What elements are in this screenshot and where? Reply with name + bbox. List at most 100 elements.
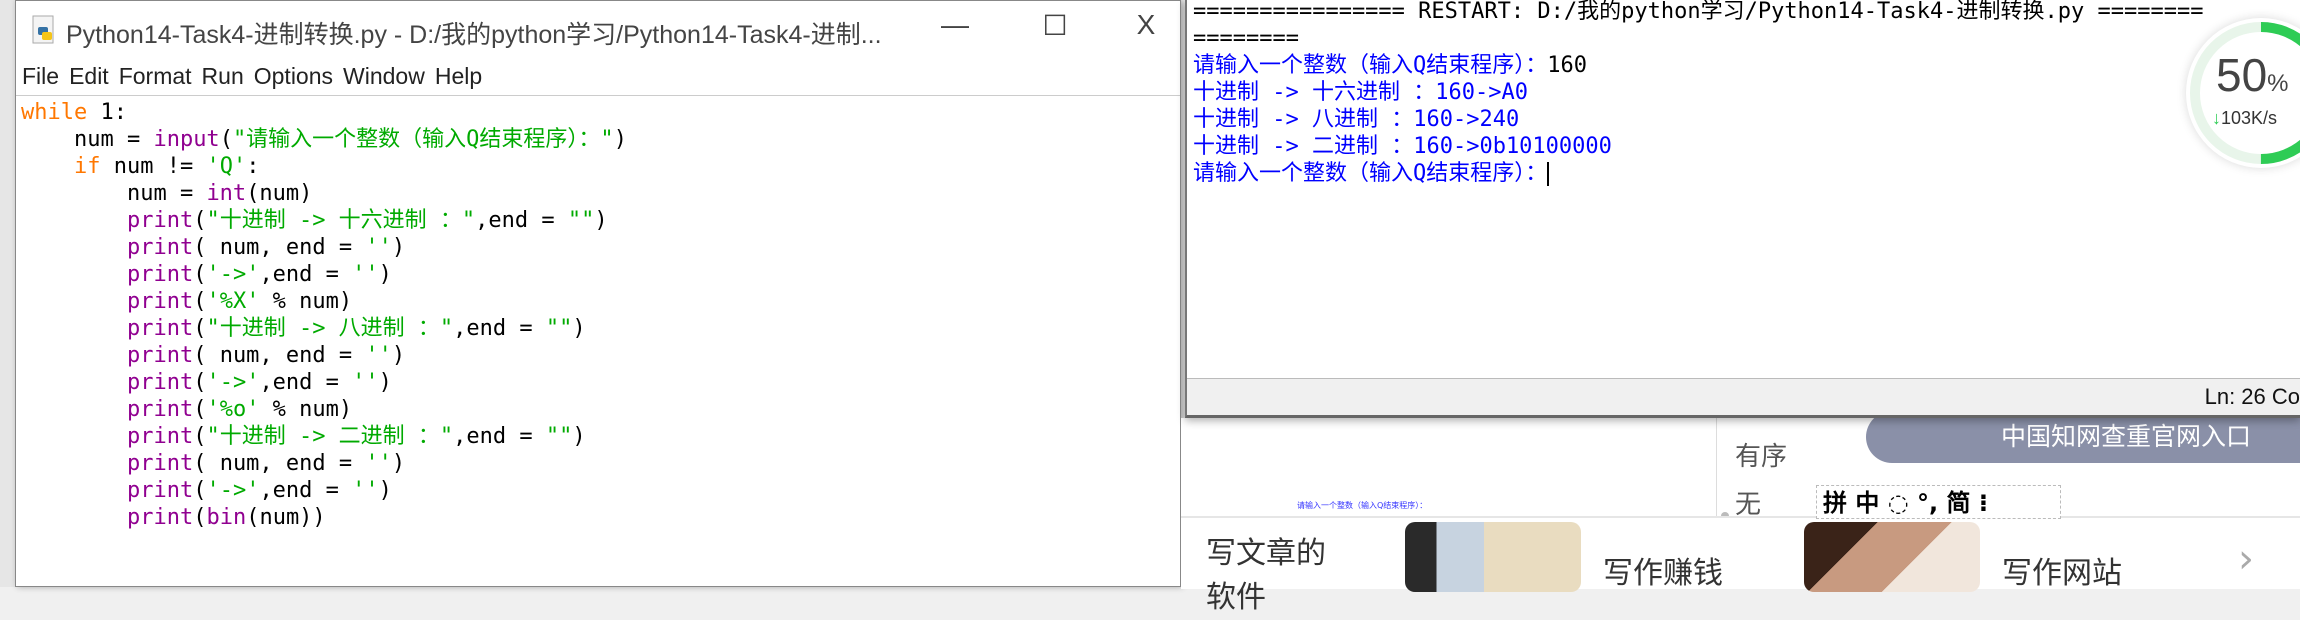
- ime-toolbar[interactable]: 拼 中 ◌ °, 简 ⁝: [1816, 485, 2061, 519]
- title-bar[interactable]: Python14-Task4-进制转换.py - D:/我的python学习/P…: [16, 1, 1180, 61]
- token: 请输入一个整数（输入Q结束程序）：: [1193, 53, 1548, 78]
- token: (: [193, 262, 207, 287]
- token: print: [126, 451, 194, 476]
- token: '%o': [206, 397, 260, 422]
- token: print: [126, 397, 194, 422]
- chevron-right-icon[interactable]: ›: [2238, 536, 2254, 582]
- token: (: [193, 397, 207, 422]
- token: ( num, end =: [193, 451, 366, 476]
- arrow-down-icon: ↓: [2212, 108, 2221, 128]
- token: (num)): [246, 505, 326, 530]
- token: % num): [259, 397, 353, 422]
- token: % num): [259, 289, 353, 314]
- shell-line: ========: [1193, 25, 2203, 52]
- cnki-entry-button[interactable]: 中国知网查重官网入口: [1866, 411, 2300, 463]
- menu-edit[interactable]: Edit: [69, 63, 109, 89]
- menu-bar: File Edit Format Run Options Window Help: [16, 61, 1180, 96]
- shell-line: 十进制 -> 十六进制 ：160->A0: [1193, 79, 2203, 106]
- divider: [1716, 418, 1717, 516]
- window-title: Python14-Task4-进制转换.py - D:/我的python学习/P…: [66, 21, 882, 49]
- network-speed-widget[interactable]: 50% ↓103K/s: [2186, 18, 2300, 168]
- token: '->': [206, 262, 260, 287]
- token: (: [193, 505, 207, 530]
- cursor-position: Ln: 26 Co: [2204, 384, 2300, 409]
- token: ): [391, 235, 406, 260]
- token: ,end =: [453, 424, 546, 449]
- tiny-preview-text: 请输入一个整数（输入Q结束程序）：: [1297, 501, 1428, 510]
- idle-editor-window: Python14-Task4-进制转换.py - D:/我的python学习/P…: [15, 0, 1181, 587]
- menu-options[interactable]: Options: [254, 63, 333, 89]
- token: "": [567, 208, 595, 233]
- token: '': [365, 343, 392, 368]
- token: (: [193, 289, 207, 314]
- code-line: print( num, end = ''): [21, 342, 627, 369]
- card-label[interactable]: 写作网站: [2002, 548, 2122, 592]
- token: (: [193, 424, 207, 449]
- minimize-button[interactable]: —: [930, 9, 980, 41]
- token: ================ RESTART: D:/我的python学习/…: [1193, 0, 2204, 24]
- close-button[interactable]: X: [1121, 9, 1171, 41]
- menu-run[interactable]: Run: [202, 63, 244, 89]
- menu-file[interactable]: File: [22, 63, 59, 89]
- token: num !=: [100, 154, 207, 179]
- percent-readout: 50%: [2216, 48, 2289, 102]
- menu-window[interactable]: Window: [343, 63, 425, 89]
- laptop-thumbnail-image[interactable]: [1405, 522, 1581, 592]
- menu-format[interactable]: Format: [119, 63, 192, 89]
- percent-value: 50: [2216, 49, 2268, 101]
- token: ): [391, 451, 406, 476]
- code-line: while 1:: [21, 99, 627, 126]
- code-editor[interactable]: while 1: num = input("请输入一个整数（输入Q结束程序）："…: [21, 99, 627, 531]
- code-line: print(bin(num)): [21, 504, 627, 531]
- token: '': [352, 478, 379, 503]
- code-line: print('%o' % num): [21, 396, 627, 423]
- card-label-line1: 写文章的: [1206, 536, 1326, 571]
- shell-output[interactable]: ================ RESTART: D:/我的python学习/…: [1193, 0, 2203, 187]
- token: "十进制 -> 八进制 ：": [206, 316, 454, 341]
- card-label[interactable]: 写文章的 软件: [1206, 532, 1326, 620]
- token: num =: [21, 181, 207, 206]
- speed-readout: ↓103K/s: [2212, 108, 2277, 129]
- token: ): [378, 478, 392, 503]
- token: "": [545, 316, 573, 341]
- code-line: num = int(num): [21, 180, 627, 207]
- token: ): [572, 424, 586, 449]
- token: 'Q': [206, 154, 247, 179]
- token: num =: [21, 127, 154, 152]
- token: (: [193, 208, 207, 233]
- token: 十进制 -> 八进制 ：160->240: [1193, 107, 1520, 132]
- shell-line: 请输入一个整数（输入Q结束程序）：: [1193, 160, 2203, 187]
- token: :: [246, 154, 260, 179]
- menu-help[interactable]: Help: [435, 63, 482, 89]
- token: print: [126, 424, 194, 449]
- token: "十进制 -> 二进制 ：": [206, 424, 454, 449]
- token: '': [352, 370, 379, 395]
- token: input: [153, 127, 220, 152]
- python-shell-window: ================ RESTART: D:/我的python学习/…: [1185, 0, 2300, 418]
- token: (: [219, 127, 233, 152]
- token: '': [352, 262, 379, 287]
- code-line: print("十进制 -> 二进制 ：",end = ""): [21, 423, 627, 450]
- writing-hand-thumbnail-image[interactable]: [1804, 522, 1980, 592]
- code-line: print('->',end = ''): [21, 261, 627, 288]
- maximize-button[interactable]: ☐: [1030, 9, 1080, 42]
- token: 160: [1547, 53, 1587, 78]
- percent-sign: %: [2267, 70, 2289, 97]
- text-cursor: [1547, 162, 1550, 186]
- token: 1:: [87, 100, 127, 125]
- code-line: print('%X' % num): [21, 288, 627, 315]
- token: ,end =: [259, 478, 353, 503]
- card-label[interactable]: 写作赚钱: [1603, 548, 1723, 592]
- side-item[interactable]: 有序: [1735, 436, 1787, 473]
- token: '%X': [206, 289, 260, 314]
- token: (num): [246, 181, 313, 206]
- token: ): [378, 370, 392, 395]
